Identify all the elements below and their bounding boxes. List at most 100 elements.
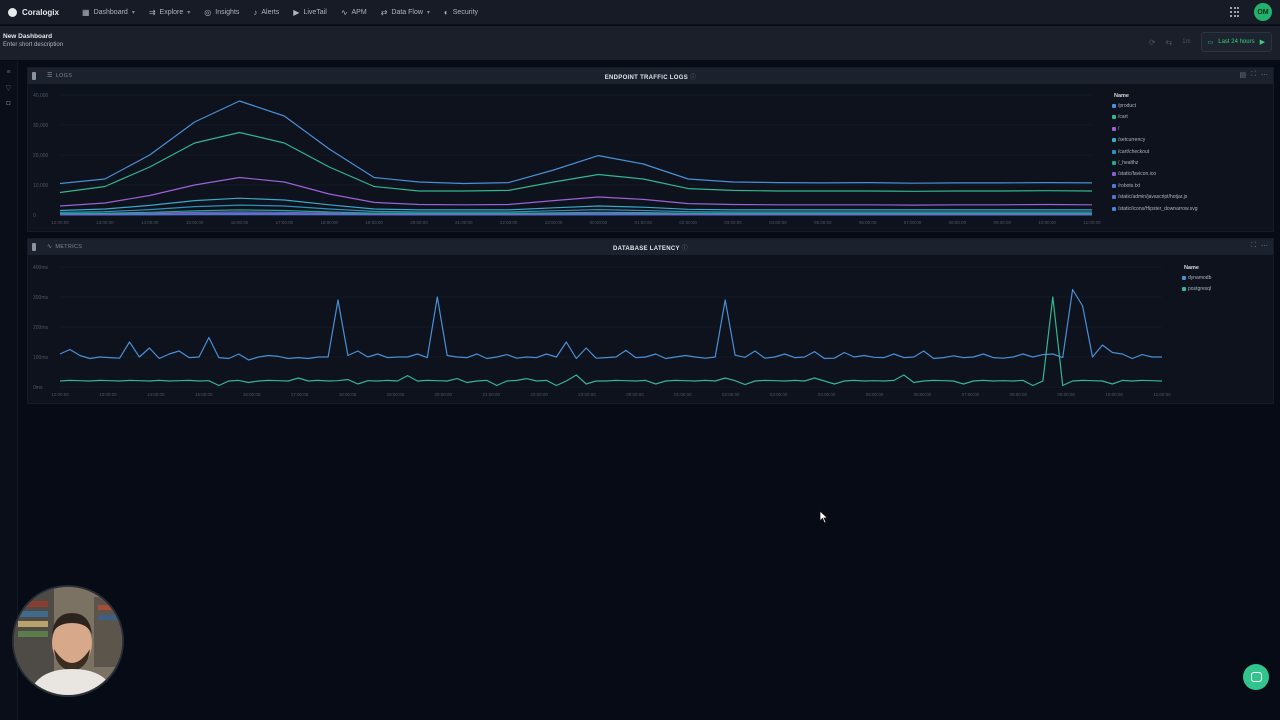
x-tick-label: 00:00:00 <box>626 392 644 397</box>
legend-item[interactable]: /cart/checkout <box>1112 149 1149 155</box>
legend-item[interactable]: /cart <box>1112 114 1128 120</box>
x-tick-label: 20:00:00 <box>435 392 453 397</box>
more-icon[interactable]: ⋯ <box>1261 242 1268 250</box>
series-line-dynamodb[interactable] <box>59 288 1162 361</box>
nav-item-explore[interactable]: ⇉ Explore ▾ <box>149 8 190 17</box>
legend-swatch <box>1112 149 1116 154</box>
series-line-cart-checkout[interactable] <box>59 204 1092 213</box>
x-tick-label: 18:00:00 <box>339 392 357 397</box>
time-range-label: Last 24 hours <box>1218 39 1255 45</box>
support-chat-button[interactable] <box>1243 664 1269 690</box>
x-tick-label: 15:00:00 <box>186 220 204 225</box>
dashboard-actions: ⟳ ⇆ 1m ▭ Last 24 hours ▶ <box>1149 32 1272 52</box>
fullscreen-icon[interactable]: ⛶ <box>1251 71 1256 79</box>
legend-item[interactable]: /static/icons/Hipster_downarrow.svg <box>1112 206 1197 212</box>
collapse-icon[interactable]: ≡ <box>0 69 17 76</box>
widget-header: ☰ LOGS ENDPOINT TRAFFIC LOGS ⓘ ▤ ⛶ ⋯ <box>28 68 1273 84</box>
traffic-line-chart: 40,000 30,000 20,000 10,000 0 12:00:00 13:00:0… <box>33 93 1101 225</box>
sync-icon[interactable]: ⇆ <box>1166 38 1173 47</box>
x-tick-label: 11:00:00 <box>1153 392 1171 397</box>
nav-item-label: Explore <box>159 8 184 16</box>
legend-item[interactable]: /static/favicon.ico <box>1112 171 1156 177</box>
legend-label: /static/favicon.ico <box>1118 171 1157 178</box>
explore-icon: ⇉ <box>148 7 156 17</box>
settings-icon[interactable]: ◘ <box>0 100 17 107</box>
info-icon[interactable]: ⓘ <box>690 75 696 81</box>
y-tick-label: 0 <box>33 213 36 219</box>
y-tick-label: 0ms <box>33 385 43 391</box>
legend-item[interactable]: /static/admin/javascript/hotjar.js <box>1112 194 1187 200</box>
topbar-right: OM <box>1230 3 1272 21</box>
legend-swatch <box>1112 161 1116 165</box>
nav-item-data-flow[interactable]: ⇄ Data Flow ▾ <box>381 8 430 17</box>
series-line-postgresql[interactable] <box>59 296 1163 387</box>
nav-item-security[interactable]: ◐ Security <box>444 8 478 17</box>
top-navigation-bar: Coralogix ▦ Dashboard ▾ ⇉ Explore ▾ ◎ Insights ♪… <box>0 0 1280 25</box>
legend-item[interactable]: / <box>1112 126 1119 132</box>
nav-item-livetail[interactable]: ▶ LiveTail <box>293 8 327 17</box>
x-tick-label: 20:00:00 <box>410 220 428 225</box>
legend-title: Name <box>1184 265 1199 271</box>
x-tick-label: 04:00:00 <box>818 392 836 397</box>
x-tick-label: 17:00:00 <box>291 392 309 397</box>
x-tick-label: 23:00:00 <box>545 220 563 225</box>
legend-item[interactable]: dynamodb <box>1182 275 1211 281</box>
apps-grid-icon[interactable] <box>1230 7 1240 17</box>
refresh-icon[interactable]: ⟳ <box>1149 38 1156 47</box>
legend-item[interactable]: /_healthz <box>1112 160 1138 166</box>
apm-icon: ∿ <box>340 7 348 17</box>
user-avatar[interactable]: OM <box>1254 3 1272 21</box>
legend-item[interactable]: /setcurrency <box>1112 137 1145 143</box>
widget-body: 40,000 30,000 20,000 10,000 0 12:00:00 13:00:0… <box>28 84 1273 237</box>
legend-label: /_healthz <box>1118 160 1139 166</box>
nav-item-label: APM <box>351 8 367 16</box>
x-tick-label: 03:00:00 <box>770 392 788 397</box>
dashboard-header: New Dashboard Enter short description ⟳ … <box>0 26 1280 60</box>
legend-title: Name <box>1114 93 1129 99</box>
x-tick-label: 02:00:00 <box>722 392 740 397</box>
legend-swatch <box>1182 287 1186 291</box>
calendar-icon: ▭ <box>1207 39 1214 46</box>
nav-item-alerts[interactable]: ♪ Alerts <box>253 8 279 17</box>
x-tick-label: 06:00:00 <box>859 220 877 225</box>
filter-icon[interactable]: ▽ <box>0 84 17 92</box>
time-range-button[interactable]: ▭ Last 24 hours ▶ <box>1200 32 1272 52</box>
nav-item-apm[interactable]: ∿ APM <box>341 8 367 17</box>
x-tick-label: 21:00:00 <box>482 392 500 397</box>
legend-label: dynamodb <box>1188 275 1212 281</box>
legend-label: /static/icons/Hipster_downarrow.svg <box>1118 205 1198 212</box>
widget-title: ENDPOINT TRAFFIC LOGS ⓘ <box>28 72 1273 81</box>
x-tick-label: 10:00:00 <box>1038 220 1056 225</box>
y-tick-label: 300ms <box>33 295 49 301</box>
legend-item[interactable]: /robots.txt <box>1112 183 1140 189</box>
bell-icon: ♪ <box>253 7 258 17</box>
presenter-webcam <box>12 585 124 697</box>
nav-item-insights[interactable]: ◎ Insights <box>204 8 239 17</box>
legend-item[interactable]: /product <box>1112 103 1136 109</box>
nav-item-label: Security <box>452 8 479 16</box>
coralogix-logo-icon <box>8 7 17 17</box>
refresh-interval[interactable]: 1m <box>1182 39 1190 45</box>
series-line-[interactable] <box>59 176 1093 207</box>
x-tick-label: 12:00:00 <box>51 220 69 225</box>
legend-swatch <box>1112 195 1116 200</box>
x-tick-label: 19:00:00 <box>387 392 405 397</box>
x-tick-label: 03:00:00 <box>724 220 742 225</box>
chevron-down-icon: ▾ <box>426 9 430 16</box>
x-tick-label: 02:00:00 <box>679 220 697 225</box>
x-tick-label: 09:00:00 <box>993 220 1011 225</box>
legend-swatch <box>1112 206 1116 211</box>
info-icon[interactable]: ⓘ <box>682 246 688 252</box>
more-icon[interactable]: ⋯ <box>1261 71 1268 79</box>
y-tick-label: 10,000 <box>33 183 49 189</box>
table-view-icon[interactable]: ▤ <box>1239 71 1246 79</box>
fullscreen-icon[interactable]: ⛶ <box>1251 242 1256 250</box>
series-line-product[interactable] <box>59 100 1093 185</box>
x-tick-label: 00:00:00 <box>590 220 608 225</box>
brand[interactable]: Coralogix <box>8 7 82 17</box>
legend-item[interactable]: postgresql <box>1182 286 1211 292</box>
dashboard-description[interactable]: Enter short description <box>3 42 63 48</box>
dashboard-title[interactable]: New Dashboard <box>3 33 52 40</box>
nav-item-dashboard[interactable]: ▦ Dashboard ▾ <box>82 8 135 17</box>
x-tick-label: 01:00:00 <box>635 220 653 225</box>
